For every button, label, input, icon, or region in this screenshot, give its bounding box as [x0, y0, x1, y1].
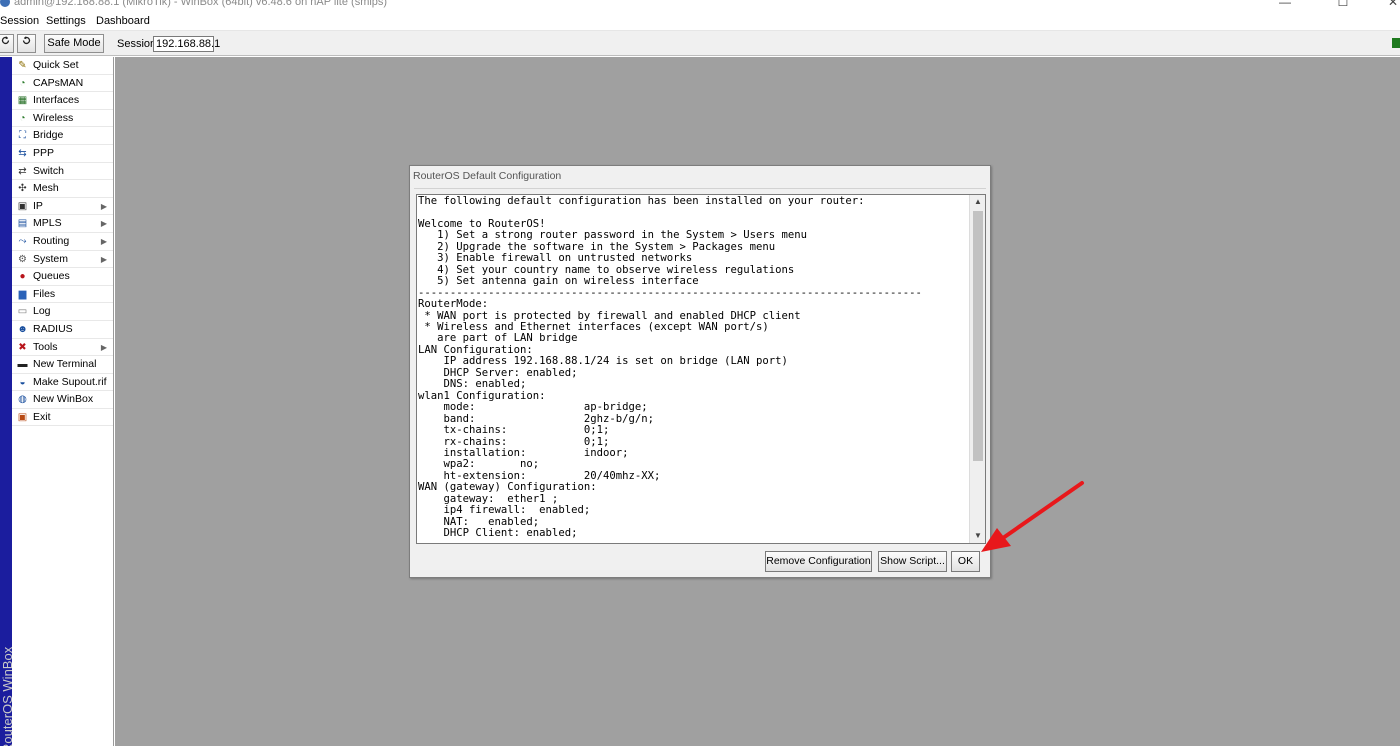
sidebar-item-log[interactable]: ▭ Log — [12, 303, 113, 321]
files-icon: ▆ — [18, 288, 27, 300]
sidebar-item-mpls[interactable]: ▤ MPLS ▶ — [12, 215, 113, 233]
maximize-button[interactable]: ☐ — [1320, 0, 1366, 11]
sidebar-item-queues[interactable]: ● Queues — [12, 268, 113, 286]
safe-mode-button[interactable]: Safe Mode — [44, 34, 104, 53]
menu-bar: Session Settings Dashboard — [0, 12, 1400, 31]
annotation-arrow-icon — [981, 481, 1084, 552]
sidebar-item-label: Quick Set — [33, 59, 79, 71]
toolbar: Safe Mode Session: 192.168.88.1 — [0, 31, 1400, 56]
scroll-thumb[interactable] — [973, 211, 983, 461]
scroll-up-arrow-icon[interactable]: ▲ — [970, 195, 985, 209]
redo-button[interactable] — [17, 34, 36, 53]
default-config-dialog: RouterOS Default Configuration The follo… — [409, 165, 991, 578]
sidebar-item-label: CAPsMAN — [33, 76, 84, 89]
sidebar-item-label: IP — [33, 199, 43, 212]
sidebar-item-label: PPP — [33, 146, 55, 159]
sidebar-item-radius[interactable]: ☻ RADIUS — [12, 321, 113, 339]
config-text: The following default configuration has … — [418, 195, 922, 540]
sidebar-item-tools[interactable]: ✖ Tools ▶ — [12, 339, 113, 357]
sidebar-item-label: Mesh — [33, 182, 59, 195]
sidebar-item-routing[interactable]: ⤳ Routing ▶ — [12, 233, 113, 251]
submenu-arrow-icon: ▶ — [100, 254, 107, 264]
sidebar-item-interfaces[interactable]: ▦ Interfaces — [12, 92, 113, 110]
sidebar-item-quick-set[interactable]: ✎ Quick Set — [12, 57, 113, 75]
sidebar-item-label: Files — [33, 287, 56, 300]
window-title: admin@192.168.88.1 (MikroTik) - WinBox (… — [14, 0, 388, 8]
ppp-icon: ⇆ — [18, 147, 27, 159]
radius-icon: ☻ — [17, 323, 28, 335]
sidebar-item-label: Interfaces — [33, 94, 80, 107]
sidebar-item-label: System — [33, 252, 69, 265]
mpls-icon: ▤ — [17, 218, 28, 230]
sidebar-item-files[interactable]: ▆ Files — [12, 286, 113, 304]
winbox-icon: ◍ — [18, 394, 27, 406]
submenu-arrow-icon: ▶ — [100, 219, 107, 229]
title-bar: admin@192.168.88.1 (MikroTik) - WinBox (… — [0, 0, 1400, 12]
sidebar-item-mesh[interactable]: ✣ Mesh — [12, 180, 113, 198]
undo-icon — [1, 36, 10, 45]
dialog-title: RouterOS Default Configuration — [413, 170, 562, 182]
sidebar-item-wireless[interactable]: ◔ Wireless — [12, 110, 113, 128]
wand-icon: ✎ — [18, 60, 27, 71]
dialog-separator — [414, 188, 986, 189]
mesh-icon: ✣ — [18, 183, 27, 195]
queues-icon: ● — [19, 271, 26, 283]
bridge-icon: ⛶ — [19, 130, 26, 142]
sidebar-item-new-terminal[interactable]: ▬ New Terminal — [12, 356, 113, 374]
log-icon: ▭ — [17, 306, 28, 318]
sidebar-item-make-supout-rif[interactable]: ◒ Make Supout.rif — [12, 374, 113, 392]
submenu-arrow-icon: ▶ — [100, 342, 107, 352]
supout-icon: ◒ — [19, 376, 26, 388]
show-script-button[interactable]: Show Script... — [878, 551, 947, 572]
remove-configuration-button[interactable]: Remove Configuration — [765, 551, 872, 572]
menu-dashboard[interactable]: Dashboard — [96, 15, 150, 27]
sidebar-item-ip[interactable]: ▣ IP ▶ — [12, 198, 113, 216]
tools-icon: ✖ — [18, 341, 27, 353]
undo-button[interactable] — [0, 34, 14, 53]
sidebar-item-label: New WinBox — [33, 393, 94, 406]
interfaces-icon: ▦ — [17, 95, 28, 107]
terminal-icon: ▬ — [17, 359, 28, 371]
session-field[interactable]: 192.168.88.1 — [153, 36, 220, 52]
sidebar-item-new-winbox[interactable]: ◍ New WinBox — [12, 391, 113, 409]
menu-settings[interactable]: Settings — [46, 15, 86, 27]
sidebar-item-system[interactable]: ⚙ System ▶ — [12, 251, 113, 269]
sidebar-item-switch[interactable]: ⇄ Switch — [12, 163, 113, 181]
sidebar-item-label: New Terminal — [33, 358, 97, 371]
sidebar-item-label: Log — [33, 305, 51, 318]
minimize-button[interactable]: — — [1262, 0, 1308, 11]
switch-icon: ⇄ — [18, 165, 27, 177]
vertical-brand-label: RouterOS WinBox — [0, 646, 12, 746]
sidebar-item-exit[interactable]: ▣ Exit — [12, 409, 113, 427]
sidebar-item-label: Queues — [33, 270, 70, 283]
sidebar-item-label: Bridge — [33, 129, 64, 142]
ip-icon: ▣ — [17, 200, 28, 212]
redo-icon — [22, 36, 31, 45]
sidebar-item-label: MPLS — [33, 217, 62, 230]
submenu-arrow-icon: ▶ — [100, 201, 107, 211]
sidebar-item-label: Routing — [33, 234, 70, 247]
sidebar-item-label: Wireless — [33, 111, 74, 124]
side-menu: ✎ Quick Set ◔ CAPsMAN ▦ Interfaces ◔ Wireless ⛶ B… — [12, 57, 114, 746]
routing-icon: ⤳ — [18, 235, 27, 247]
menu-session[interactable]: Session — [0, 15, 39, 27]
config-text-area[interactable]: The following default configuration has … — [416, 194, 986, 544]
winbox-app-icon — [0, 0, 10, 7]
sidebar-item-label: Exit — [33, 410, 51, 423]
sidebar-item-ppp[interactable]: ⇆ PPP — [12, 145, 113, 163]
wireless-icon: ◔ — [19, 112, 26, 124]
sidebar-item-capsman[interactable]: ◔ CAPsMAN — [12, 75, 113, 93]
sidebar-item-label: Tools — [33, 340, 58, 353]
antenna-icon: ◔ — [19, 77, 26, 89]
sidebar-item-label: Switch — [33, 164, 64, 177]
sidebar-item-bridge[interactable]: ⛶ Bridge — [12, 127, 113, 145]
close-button[interactable]: ✕ — [1370, 0, 1400, 11]
connection-status-indicator — [1392, 38, 1400, 48]
exit-icon: ▣ — [17, 411, 28, 423]
sidebar-item-label: Make Supout.rif — [33, 375, 107, 388]
system-icon: ⚙ — [18, 253, 27, 265]
sidebar-item-label: RADIUS — [33, 322, 73, 335]
winbox-vertical-bar: RouterOS WinBox — [0, 57, 12, 746]
submenu-arrow-icon: ▶ — [100, 236, 107, 246]
